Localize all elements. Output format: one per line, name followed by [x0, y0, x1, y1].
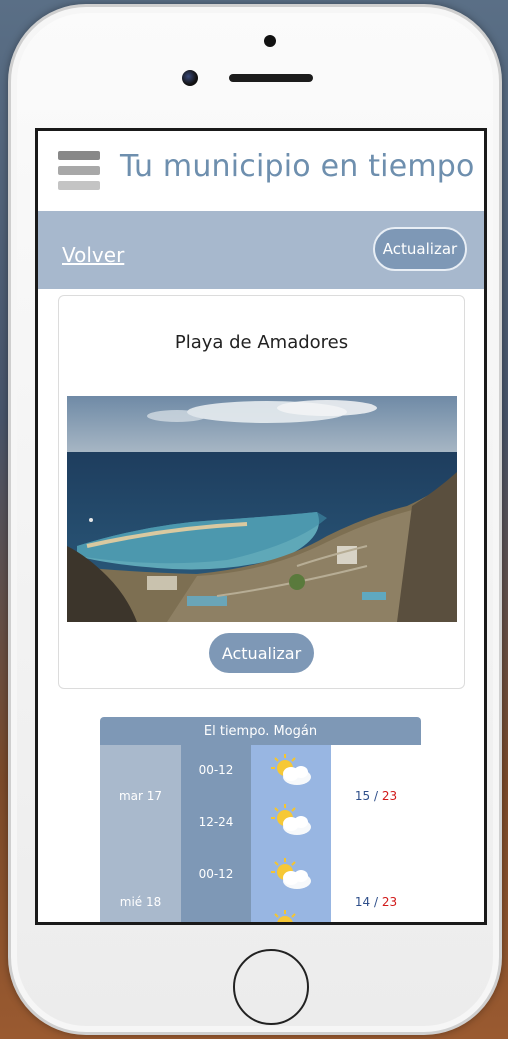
webcam-card: Playa de Amadores Actualizar — [58, 295, 465, 689]
front-camera — [182, 70, 198, 86]
sun-cloud-icon — [271, 858, 311, 889]
temperature-column: 15 / 23 14 / 23 — [331, 745, 421, 922]
temp-separator: / — [370, 895, 382, 909]
beach-photo — [67, 396, 457, 622]
day-label: mié 18 — [119, 895, 162, 909]
weather-header: El tiempo. Mogán — [100, 717, 421, 745]
back-link[interactable]: Volver — [62, 243, 124, 267]
period-label: 00-12 — [198, 867, 234, 881]
app-header: Tu municipio en tiempo ... — [38, 131, 484, 211]
temp-min: 14 — [354, 895, 371, 909]
temperature-range: 14 / 23 — [331, 895, 421, 909]
webcam-title: Playa de Amadores — [174, 332, 349, 353]
weather-widget: El tiempo. Mogán mar 17 mié 18 00-12 12-… — [100, 717, 421, 922]
temp-separator: / — [370, 789, 382, 803]
temp-min: 15 — [354, 789, 371, 803]
period-label: 00-12 — [198, 763, 234, 777]
app-title: Tu municipio en tiempo ... — [120, 149, 487, 184]
proximity-sensor — [264, 35, 276, 47]
home-button[interactable] — [233, 949, 309, 1025]
refresh-webcam-button[interactable]: Actualizar — [209, 633, 314, 673]
phone-screen: Tu municipio en tiempo ... Volver Actual… — [35, 128, 487, 925]
temp-max: 23 — [381, 895, 398, 909]
temp-max: 23 — [381, 789, 398, 803]
earpiece-speaker — [229, 74, 313, 82]
period-column: 00-12 12-24 00-12 — [181, 745, 251, 922]
webcam-image — [67, 396, 457, 622]
day-label: mar 17 — [118, 789, 163, 803]
period-label: 12-24 — [198, 815, 234, 829]
temperature-range: 15 / 23 — [331, 789, 421, 803]
refresh-button[interactable]: Actualizar — [373, 227, 467, 271]
hamburger-menu-icon[interactable] — [58, 151, 100, 191]
sun-cloud-icon — [274, 910, 296, 922]
day-column: mar 17 mié 18 — [100, 745, 181, 922]
icon-column — [251, 745, 331, 922]
sun-cloud-icon — [271, 754, 311, 785]
sun-cloud-icon — [271, 804, 311, 835]
